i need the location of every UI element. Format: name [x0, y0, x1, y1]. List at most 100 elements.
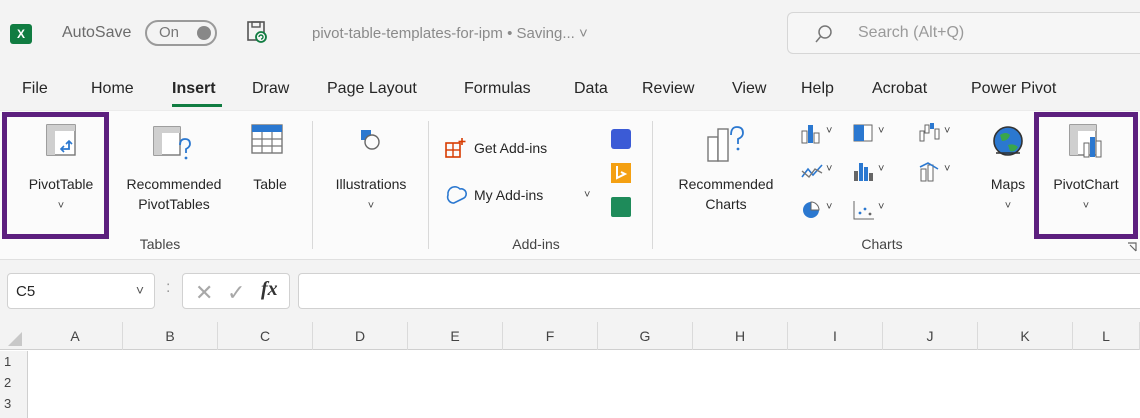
- table-button[interactable]: Table: [244, 123, 296, 233]
- row-header-3[interactable]: 3: [0, 393, 28, 418]
- ribbon-separator: [312, 121, 313, 249]
- chevron-down-icon[interactable]: ˅: [826, 125, 832, 137]
- column-header-j[interactable]: J: [883, 322, 978, 350]
- excel-logo-icon: X: [10, 24, 32, 44]
- tab-home[interactable]: Home: [91, 80, 134, 98]
- row-header-2[interactable]: 2: [0, 372, 28, 393]
- tab-file[interactable]: File: [22, 80, 48, 98]
- recommended-charts-label-2: Charts: [705, 196, 747, 212]
- chevron-down-icon: ˅: [1004, 200, 1012, 212]
- column-header-e[interactable]: E: [408, 322, 503, 350]
- column-header-c[interactable]: C: [218, 322, 313, 350]
- tab-data[interactable]: Data: [574, 80, 608, 98]
- enter-icon[interactable]: ✓: [227, 280, 245, 306]
- name-box-value: C5: [16, 283, 36, 300]
- formula-controls: ✕ ✓ fx: [182, 273, 290, 309]
- tab-view[interactable]: View: [732, 80, 766, 98]
- table-label: Table: [253, 176, 287, 192]
- row-header-1[interactable]: 1: [0, 351, 28, 372]
- column-header-g[interactable]: G: [598, 322, 693, 350]
- recommended-pivottables-button[interactable]: Recommended PivotTables: [112, 123, 236, 233]
- column-header-b[interactable]: B: [123, 322, 218, 350]
- tab-help[interactable]: Help: [801, 80, 834, 98]
- statistic-chart-icon[interactable]: [852, 161, 876, 183]
- illustrations-label: Illustrations: [335, 176, 407, 192]
- chevron-down-icon[interactable]: ˅: [944, 125, 950, 137]
- search-box[interactable]: Search (Alt+Q): [787, 12, 1140, 54]
- chevron-down-icon[interactable]: ˅: [826, 163, 832, 175]
- insert-function-icon[interactable]: fx: [261, 278, 278, 301]
- pivotchart-highlight: [1034, 112, 1138, 239]
- tab-page-layout[interactable]: Page Layout: [327, 80, 417, 98]
- search-placeholder: Search (Alt+Q): [858, 24, 965, 41]
- active-tab-indicator: [172, 104, 222, 107]
- my-addins-label: My Add-ins: [474, 187, 544, 203]
- chevron-down-icon[interactable]: ˅: [136, 282, 144, 298]
- my-addins-button[interactable]: My Add-ins ˅: [444, 183, 600, 209]
- ribbon-separator: [652, 121, 653, 249]
- my-addins-icon: [446, 185, 467, 204]
- line-chart-icon[interactable]: [800, 161, 824, 183]
- chevron-down-icon[interactable]: ˅: [878, 163, 884, 175]
- autosave-toggle[interactable]: On: [145, 20, 217, 46]
- bing-maps-addin-icon[interactable]: [611, 163, 631, 183]
- people-graph-addin-icon[interactable]: [611, 197, 631, 217]
- chevron-down-icon[interactable]: ˅: [878, 201, 884, 213]
- chevron-down-icon[interactable]: ˅: [944, 163, 950, 175]
- recommended-charts-button[interactable]: Recommended Charts: [662, 123, 790, 233]
- tab-draw[interactable]: Draw: [252, 80, 289, 98]
- tab-power-pivot[interactable]: Power Pivot: [971, 80, 1056, 98]
- column-header-k[interactable]: K: [978, 322, 1073, 350]
- save-icon[interactable]: [246, 20, 268, 44]
- recommended-pivottables-label-1: Recommended: [126, 176, 222, 192]
- globe-icon: [993, 126, 1023, 156]
- pie-chart-icon[interactable]: [800, 199, 824, 221]
- chevron-down-icon: ˅: [367, 200, 375, 212]
- worksheet-grid[interactable]: A B C D E F G H I J K L 1 2 3: [0, 322, 1140, 418]
- illustrations-button[interactable]: Illustrations ˅: [322, 123, 420, 233]
- column-header-l[interactable]: L: [1073, 322, 1140, 350]
- search-icon: [815, 25, 832, 43]
- recommended-charts-label-1: Recommended: [678, 176, 774, 192]
- column-header-i[interactable]: I: [788, 322, 883, 350]
- column-header-f[interactable]: F: [503, 322, 598, 350]
- addins-group-label: Add-ins: [512, 236, 560, 252]
- formula-input[interactable]: [298, 273, 1140, 309]
- column-header-a[interactable]: A: [28, 322, 123, 350]
- get-addins-button[interactable]: Get Add-ins: [444, 137, 578, 163]
- waterfall-chart-icon[interactable]: [918, 121, 942, 145]
- column-headers: A B C D E F G H I J K L: [0, 322, 1140, 350]
- title-bar: X AutoSave On pivot-table-templates-for-…: [0, 0, 1140, 68]
- autosave-label: AutoSave: [62, 24, 132, 41]
- illustrations-icon: [361, 130, 380, 150]
- get-addins-label: Get Add-ins: [474, 140, 548, 156]
- column-header-d[interactable]: D: [313, 322, 408, 350]
- formula-bar-grip[interactable]: :: [166, 279, 170, 297]
- recommended-charts-icon: [707, 126, 744, 162]
- maps-button[interactable]: Maps ˅: [984, 123, 1032, 233]
- ribbon: PivotTable ˅ Recommended PivotTables Tab…: [0, 110, 1140, 260]
- scatter-chart-icon[interactable]: [852, 199, 876, 221]
- cancel-icon[interactable]: ✕: [195, 280, 213, 306]
- column-header-h[interactable]: H: [693, 322, 788, 350]
- chevron-down-icon[interactable]: ˅: [826, 201, 832, 213]
- tab-acrobat[interactable]: Acrobat: [872, 80, 927, 98]
- recommended-pivottables-label-2: PivotTables: [138, 196, 210, 212]
- visio-addin-icon[interactable]: [611, 129, 631, 149]
- autosave-state: On: [159, 24, 180, 41]
- pivottable-highlight: [2, 112, 109, 239]
- tables-group-label: Tables: [139, 236, 181, 252]
- name-box[interactable]: C5 ˅: [7, 273, 155, 309]
- chevron-down-icon[interactable]: ˅: [878, 125, 884, 137]
- dialog-launcher-icon[interactable]: [1126, 241, 1138, 253]
- tab-insert[interactable]: Insert: [172, 80, 216, 98]
- recommended-pivottables-icon: [153, 126, 191, 160]
- tab-formulas[interactable]: Formulas: [464, 80, 531, 98]
- column-chart-icon[interactable]: [800, 123, 824, 145]
- combo-chart-icon[interactable]: [918, 161, 942, 183]
- document-filename[interactable]: pivot-table-templates-for-ipm • Saving..…: [312, 25, 588, 42]
- formula-bar: C5 ˅ : ✕ ✓ fx: [0, 262, 1140, 322]
- select-all-corner[interactable]: [0, 322, 28, 350]
- hierarchy-chart-icon[interactable]: [852, 123, 876, 145]
- tab-review[interactable]: Review: [642, 80, 694, 98]
